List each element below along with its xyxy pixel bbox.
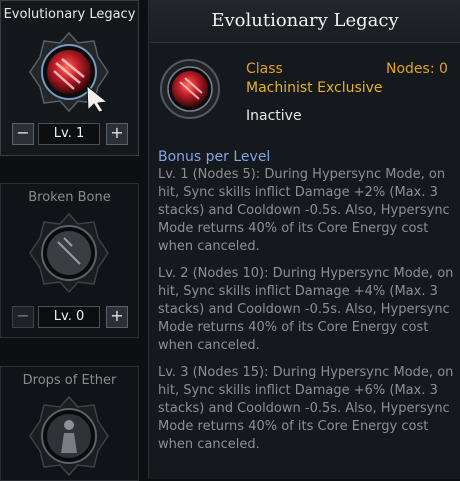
class-value: Machinist Exclusive [246, 80, 383, 96]
skill-tooltip: Evolutionary Legacy Class Nodes: 0 Machi… [148, 0, 460, 479]
level-stepper: − Lv. 1 + [12, 123, 128, 145]
level-value: Lv. 1 [38, 123, 100, 145]
level-description: Lv. 3 (Nodes 15): During Hypersync Mode,… [158, 365, 454, 452]
decrease-level-button[interactable]: − [12, 306, 34, 328]
ether-figure-orb-icon[interactable] [28, 395, 110, 477]
skill-title: Broken Bone [28, 190, 111, 205]
skill-card-drops-of-ether[interactable]: Drops of Ether [0, 366, 139, 481]
level-description: Lv. 1 (Nodes 5): During Hypersync Mode, … [158, 167, 450, 254]
broken-bone-orb-icon[interactable] [28, 212, 110, 294]
level-description: Lv. 2 (Nodes 10): During Hypersync Mode,… [158, 266, 454, 353]
red-energy-orb-icon [159, 58, 221, 120]
increase-level-button[interactable]: + [106, 306, 128, 328]
skill-card-evolutionary-legacy[interactable]: Evolutionary Legacy − Lv. 1 + [0, 0, 139, 156]
skill-card-broken-bone[interactable]: Broken Bone − Lv. 0 + [0, 183, 139, 338]
level-value: Lv. 0 [38, 306, 100, 328]
tooltip-header: Evolutionary Legacy [149, 0, 460, 43]
level-stepper: − Lv. 0 + [12, 306, 128, 328]
nodes-count: Nodes: 0 [386, 61, 448, 77]
skill-title: Evolutionary Legacy [3, 7, 136, 22]
bonus-section-title: Bonus per Level [158, 149, 271, 165]
skill-title: Drops of Ether [22, 373, 117, 388]
mouse-cursor-icon [85, 84, 111, 114]
class-label: Class [246, 61, 283, 77]
increase-level-button[interactable]: + [106, 123, 128, 145]
tooltip-title: Evolutionary Legacy [211, 10, 399, 31]
decrease-level-button[interactable]: − [12, 123, 34, 145]
status-text: Inactive [246, 108, 302, 124]
